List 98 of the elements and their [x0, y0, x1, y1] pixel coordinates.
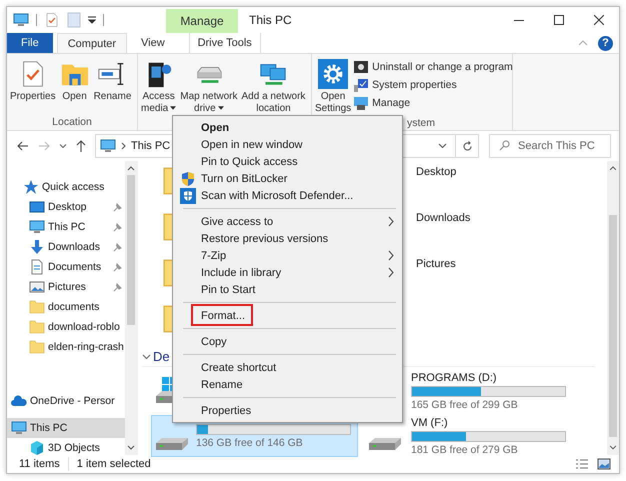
- nav-item[interactable]: download-roblo: [7, 317, 125, 337]
- ribbon-button[interactable]: Properties: [8, 57, 58, 105]
- shield-icon: [180, 170, 196, 186]
- section-header[interactable]: De: [153, 349, 170, 364]
- back-arrow-icon[interactable]: [17, 141, 29, 151]
- folder-icon: [29, 339, 45, 355]
- file-tab[interactable]: File: [7, 33, 53, 53]
- selection-count: 1 item selected: [76, 458, 151, 470]
- free-space-text: 181 GB free of 279 GB: [411, 444, 519, 456]
- help-button[interactable]: ?: [598, 36, 613, 50]
- scroll-up-icon[interactable]: [127, 165, 135, 171]
- ribbon-button[interactable]: System properties: [353, 77, 513, 93]
- nav-item[interactable]: Downloads: [7, 237, 125, 257]
- defender-shield-icon: [180, 188, 196, 204]
- menu-item[interactable]: Give access to: [175, 213, 400, 230]
- menu-item[interactable]: Rename: [175, 376, 400, 393]
- checklist-icon: [44, 12, 60, 28]
- recent-locations-icon[interactable]: [59, 144, 67, 148]
- scroll-up-icon[interactable]: [609, 165, 617, 171]
- program-icon: [353, 59, 370, 75]
- folder-icon: [29, 299, 45, 315]
- cube-icon: [29, 440, 45, 455]
- ribbon-button[interactable]: Open: [58, 57, 92, 105]
- computer-icon: [100, 138, 116, 154]
- folder-name[interactable]: Pictures: [416, 258, 456, 270]
- ribbon-tab[interactable]: View: [131, 33, 175, 53]
- menu-item[interactable]: Create shortcut: [175, 359, 400, 376]
- nav-item[interactable]: Documents: [7, 257, 125, 277]
- window-title: This PC: [249, 13, 292, 27]
- close-icon: [594, 15, 604, 25]
- menu-item[interactable]: Scan with Microsoft Defender...: [175, 187, 400, 204]
- system-icon: [353, 77, 370, 93]
- chevron-icon: [121, 142, 126, 150]
- nav-item[interactable]: This PC: [7, 217, 125, 237]
- breadcrumb[interactable]: This PC: [131, 140, 170, 152]
- ribbon-button[interactable]: Open Settings: [313, 57, 354, 117]
- menu-item[interactable]: Open: [175, 119, 400, 136]
- ribbon-button[interactable]: Uninstall or change a program: [353, 59, 513, 75]
- dropdown-icon[interactable]: [438, 143, 447, 149]
- ribbon-button[interactable]: Manage: [353, 95, 513, 111]
- computer-icon: [11, 420, 27, 436]
- menu-item[interactable]: Format...: [175, 307, 400, 324]
- download-arrow-icon: [29, 239, 45, 255]
- hard-drive-icon: [369, 438, 401, 450]
- refresh-button[interactable]: [455, 134, 479, 158]
- maximize-icon: [554, 15, 564, 25]
- scroll-down-icon[interactable]: [127, 445, 135, 451]
- settings-icon: [318, 59, 348, 89]
- folder-name[interactable]: Desktop: [416, 166, 456, 178]
- nav-item[interactable]: elden-ring-crash: [7, 337, 125, 357]
- folder-name[interactable]: Downloads: [416, 212, 470, 224]
- search-icon: [499, 140, 510, 151]
- details-view-icon[interactable]: [575, 458, 589, 470]
- nav-item[interactable]: Pictures: [7, 277, 125, 297]
- search-field[interactable]: Search This PC: [489, 134, 611, 158]
- cloud-icon: [11, 393, 27, 409]
- hard-drive-icon: [156, 438, 188, 450]
- menu-item[interactable]: 7-Zip: [175, 247, 400, 264]
- nav-item[interactable]: 3D Objects: [7, 438, 125, 455]
- menu-item[interactable]: Pin to Start: [175, 281, 400, 298]
- scrollbar[interactable]: [607, 161, 619, 455]
- drive-name: VM (F:): [411, 416, 449, 428]
- customize-caret-icon[interactable]: [88, 16, 96, 24]
- picture-icon: [29, 279, 45, 295]
- menu-item[interactable]: Copy: [175, 333, 400, 350]
- computer-manage-icon: [353, 95, 370, 111]
- menu-item[interactable]: Include in library: [175, 264, 400, 281]
- nav-item[interactable]: OneDrive - Persor: [7, 391, 125, 411]
- up-arrow-icon[interactable]: [76, 140, 86, 152]
- desktop-icon: [29, 199, 45, 215]
- menu-item[interactable]: Restore previous versions: [175, 230, 400, 247]
- drive-name: PROGRAMS (D:): [411, 372, 498, 384]
- chevron-down-icon[interactable]: [142, 352, 151, 361]
- menu-item[interactable]: Turn on BitLocker: [175, 170, 400, 187]
- free-space-text: 136 GB free of 146 GB: [196, 436, 304, 448]
- computer-icon: [29, 219, 45, 235]
- menu-item[interactable]: Pin to Quick access: [175, 153, 400, 170]
- nav-item[interactable]: documents: [7, 297, 125, 317]
- item-count: 11 items: [19, 458, 60, 470]
- contextual-tab-header: Manage: [166, 9, 238, 33]
- ribbon-button[interactable]: Rename: [92, 57, 134, 105]
- scrollbar[interactable]: [125, 161, 137, 455]
- refresh-icon: [462, 140, 472, 152]
- nav-item[interactable]: Desktop: [7, 197, 125, 217]
- free-space-text: 165 GB free of 299 GB: [411, 398, 519, 410]
- computer-icon: [13, 12, 29, 28]
- group-label: ystem: [406, 117, 436, 131]
- folder-icon: [29, 319, 45, 335]
- ribbon-tab[interactable]: Computer: [56, 33, 128, 53]
- menu-item[interactable]: Open in new window: [175, 136, 400, 153]
- nav-item[interactable]: This PC: [7, 418, 125, 438]
- ribbon-button[interactable]: Access media: [139, 57, 178, 117]
- nav-item[interactable]: Quick access: [7, 177, 125, 197]
- scroll-down-icon[interactable]: [609, 445, 617, 451]
- star-icon: [23, 179, 39, 195]
- document-icon: [29, 259, 45, 275]
- large-icons-view-icon[interactable]: [597, 458, 611, 470]
- group-label: Location: [51, 116, 93, 130]
